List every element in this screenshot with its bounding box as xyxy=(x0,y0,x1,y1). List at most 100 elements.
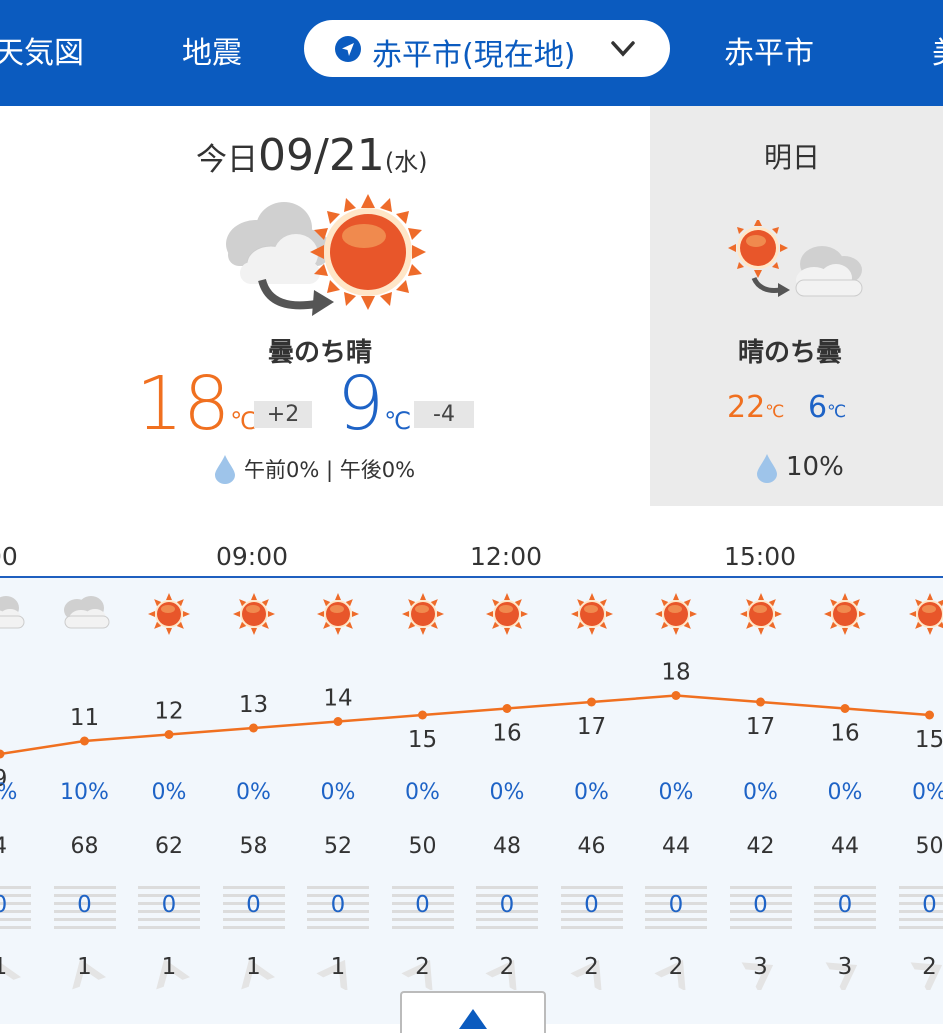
cloudy-icon xyxy=(43,592,127,636)
tab-akabira[interactable]: 赤平市 xyxy=(724,28,814,72)
precip-value: 0% xyxy=(127,780,211,805)
temp-label: 17 xyxy=(577,714,606,740)
tomorrow-min-temp: 6℃ xyxy=(808,390,846,425)
sunny-icon xyxy=(296,592,380,640)
rainfall-cell: 0 xyxy=(392,882,454,930)
temp-label: 14 xyxy=(323,686,352,712)
hour-label: 15:00 xyxy=(724,542,796,571)
precip-value: 10% xyxy=(43,780,127,805)
hour-axis: 00 09:00 12:00 15:00 xyxy=(0,506,943,576)
rainfall-cell: 0 xyxy=(561,882,623,930)
temp-label: 18 xyxy=(661,660,690,686)
wind-cell: 2 xyxy=(381,954,465,980)
humidity-value: 50 xyxy=(888,834,943,859)
tab-current-location[interactable]: 赤平市(現在地) xyxy=(304,20,670,77)
wind-cell: 1 xyxy=(212,954,296,980)
temp-label: 12 xyxy=(154,699,183,725)
hourly-rainfall-row: 000000000000 xyxy=(0,882,943,934)
tab-next[interactable]: 美 xyxy=(932,28,943,72)
sunny-icon xyxy=(212,592,296,640)
temp-label: 15 xyxy=(915,727,943,753)
top-tab-bar: 天気図 地震 赤平市(現在地) 赤平市 美 xyxy=(0,0,943,106)
temp-point xyxy=(334,717,343,726)
humidity-value: 62 xyxy=(127,834,211,859)
wind-value: 1 xyxy=(162,954,177,980)
tomorrow-precip: 10% xyxy=(786,452,844,482)
precip-value: 0% xyxy=(0,780,42,805)
rainfall-value: 0 xyxy=(814,892,876,918)
hourly-forecast-table[interactable]: 91112131415161718171615 0%10%0%0%0%0%0%0… xyxy=(0,578,943,1024)
today-date-value: 09/21 xyxy=(258,130,385,181)
precip-value: 0% xyxy=(465,780,549,805)
rainfall-cell: 0 xyxy=(138,882,200,930)
precip-value: 0% xyxy=(719,780,803,805)
rainfall-value: 0 xyxy=(561,892,623,918)
tomorrow-label: 明日 xyxy=(764,136,820,176)
wind-value: 2 xyxy=(584,954,599,980)
sunny-icon xyxy=(719,592,803,640)
sunny-then-cloudy-icon xyxy=(726,220,870,300)
today-weekday: (水) xyxy=(385,148,428,176)
wind-cell: 2 xyxy=(634,954,718,980)
wind-cell: 3 xyxy=(719,954,803,980)
tab-earthquake[interactable]: 地震 xyxy=(182,28,242,72)
tomorrow-min-unit: ℃ xyxy=(827,402,846,422)
raindrop-icon xyxy=(214,454,236,484)
sunny-icon xyxy=(634,592,718,640)
wind-cell: 2 xyxy=(465,954,549,980)
scroll-up-button[interactable] xyxy=(400,991,546,1033)
sunny-icon xyxy=(381,592,465,640)
sunny-icon xyxy=(127,592,211,640)
humidity-value: 58 xyxy=(212,834,296,859)
rainfall-cell: 0 xyxy=(223,882,285,930)
today-min-diff: -4 xyxy=(414,401,474,428)
rainfall-value: 0 xyxy=(645,892,707,918)
temp-point xyxy=(418,711,427,720)
rainfall-cell: 0 xyxy=(54,882,116,930)
rainfall-value: 0 xyxy=(307,892,369,918)
today-date: 今日09/21(水) xyxy=(196,130,428,181)
tomorrow-max-value: 22 xyxy=(727,390,765,425)
humidity-value: 44 xyxy=(803,834,887,859)
temp-label: 16 xyxy=(830,721,859,747)
sunny-icon xyxy=(803,592,887,640)
sunny-icon xyxy=(465,592,549,640)
wind-cell: 2 xyxy=(888,954,943,980)
wind-cell: 1 xyxy=(43,954,127,980)
tomorrow-min-value: 6 xyxy=(808,390,827,425)
sunny-icon xyxy=(888,592,943,640)
tab-weather-map[interactable]: 天気図 xyxy=(0,28,84,72)
wind-cell: 3 xyxy=(803,954,887,980)
tomorrow-max-temp: 22℃ xyxy=(727,390,784,425)
wind-value: 3 xyxy=(838,954,853,980)
wind-cell: 1 xyxy=(127,954,211,980)
wind-value: 2 xyxy=(415,954,430,980)
today-max-value: 18 xyxy=(136,361,230,447)
hourly-wind-row: 111112222332 xyxy=(0,954,943,994)
rainfall-value: 0 xyxy=(54,892,116,918)
wind-value: 2 xyxy=(922,954,937,980)
chevron-down-icon[interactable] xyxy=(610,37,636,61)
today-min-value: 9 xyxy=(337,361,384,447)
today-prefix: 今日 xyxy=(196,142,258,178)
rainfall-cell: 0 xyxy=(814,882,876,930)
hour-label: 12:00 xyxy=(470,542,542,571)
caret-up-icon xyxy=(457,1007,489,1029)
temp-label: 16 xyxy=(492,721,521,747)
humidity-value: 52 xyxy=(296,834,380,859)
temp-point xyxy=(672,691,681,700)
today-min-unit: ℃ xyxy=(384,407,411,435)
temp-label: 13 xyxy=(239,692,268,718)
temp-point xyxy=(756,698,765,707)
wind-value: 2 xyxy=(500,954,515,980)
rainfall-cell: 0 xyxy=(307,882,369,930)
hourly-precip-row: 0%10%0%0%0%0%0%0%0%0%0%0% xyxy=(0,780,943,814)
tomorrow-forecast-panel[interactable]: 明日 晴のち曇 22℃ 6℃ 10% xyxy=(650,106,943,506)
today-forecast-panel: 今日09/21(水) xyxy=(0,106,650,506)
cloudy-icon xyxy=(0,592,42,636)
wind-value: 1 xyxy=(331,954,346,980)
location-label: 赤平市(現在地) xyxy=(372,30,575,74)
rainfall-cell: 0 xyxy=(645,882,707,930)
rainfall-value: 0 xyxy=(730,892,792,918)
raindrop-icon xyxy=(756,453,778,483)
